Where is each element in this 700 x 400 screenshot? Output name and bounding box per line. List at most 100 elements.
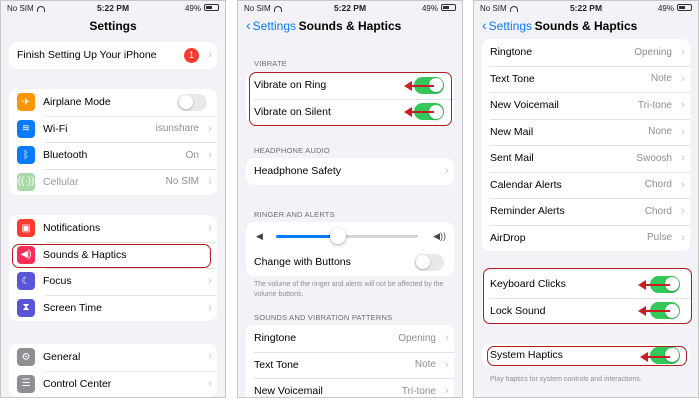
text-tone-row[interactable]: Text Tone Note ›: [246, 351, 454, 379]
text-tone-label: Text Tone: [254, 358, 299, 371]
headphone-group: Headphone Safety ›: [246, 158, 454, 185]
airplane-mode-row[interactable]: ✈ Airplane Mode: [9, 89, 217, 116]
pointer-arrow-icon: [640, 352, 670, 362]
ringtone-label: Ringtone: [490, 46, 533, 59]
reminder-alerts-label: Reminder Alerts: [490, 205, 565, 218]
cellular-value: No SIM: [165, 176, 199, 188]
patterns-group: Ringtone Opening › Text Tone Note › New …: [482, 39, 690, 251]
focus-icon: ☾: [17, 272, 35, 291]
ringer-alerts-header: RINGER AND ALERTS: [254, 210, 335, 219]
wifi-row[interactable]: ≋ Wi-Fi isunshare ›: [9, 115, 217, 143]
chevron-right-icon: ›: [681, 72, 685, 85]
chevron-right-icon: ›: [445, 332, 449, 345]
screen-time-label: Screen Time: [43, 301, 102, 314]
ringer-volume-slider[interactable]: [276, 228, 418, 244]
new-mail-label: New Mail: [490, 125, 534, 138]
change-with-buttons-toggle[interactable]: [414, 253, 444, 271]
sent-mail-value: Swoosh: [636, 152, 672, 164]
chevron-right-icon: ›: [681, 178, 685, 191]
finish-setup-row[interactable]: Finish Setting Up Your iPhone 1 ›: [9, 42, 217, 69]
airdrop-value: Pulse: [646, 232, 672, 244]
chevron-right-icon: ›: [681, 231, 685, 244]
headphone-safety-row[interactable]: Headphone Safety ›: [246, 158, 454, 185]
clicks-highlight-box: [483, 268, 692, 324]
ringtone-row[interactable]: Ringtone Opening ›: [246, 325, 454, 352]
general-row[interactable]: ⚙ General ›: [9, 344, 217, 371]
chevron-right-icon: ›: [208, 175, 212, 188]
alerts-group: ▣ Notifications › ◀) Sounds & Haptics › …: [9, 215, 217, 321]
sounds-patterns-header: SOUNDS AND VIBRATION PATTERNS: [254, 313, 393, 322]
chevron-right-icon: ›: [208, 275, 212, 288]
airdrop-row[interactable]: AirDrop Pulse ›: [482, 224, 690, 252]
finish-setup-label: Finish Setting Up Your iPhone: [17, 49, 157, 62]
speaker-high-icon: ◀)): [433, 231, 446, 241]
airdrop-label: AirDrop: [490, 231, 526, 244]
pointer-arrow-icon: [404, 81, 434, 91]
general-group: ⚙ General › ☰ Control Center ›: [9, 344, 217, 397]
ringtone-row[interactable]: Ringtone Opening ›: [482, 39, 690, 66]
sounds-highlight-box: [12, 244, 211, 268]
screen-time-row[interactable]: ⧗ Screen Time ›: [9, 294, 217, 322]
chevron-right-icon: ›: [681, 125, 685, 138]
chevron-right-icon: ›: [681, 99, 685, 112]
nav-bar: ‹ Settings Sounds & Haptics: [238, 15, 462, 37]
reminder-alerts-row[interactable]: Reminder Alerts Chord ›: [482, 198, 690, 225]
page-title: Sounds & Haptics: [534, 19, 638, 33]
text-tone-label: Text Tone: [490, 72, 535, 85]
text-tone-row[interactable]: Text Tone Note ›: [482, 65, 690, 93]
chevron-right-icon: ›: [208, 377, 212, 390]
battery-icon: [204, 4, 219, 11]
control-center-row[interactable]: ☰ Control Center ›: [9, 370, 217, 398]
cellular-label: Cellular: [43, 175, 79, 188]
general-label: General: [43, 351, 81, 364]
calendar-alerts-row[interactable]: Calendar Alerts Chord ›: [482, 171, 690, 199]
chevron-right-icon: ›: [445, 385, 449, 398]
battery-text: 49%: [184, 4, 201, 13]
battery-icon: [677, 4, 692, 11]
cellular-icon: ((·)): [17, 172, 35, 191]
nav-bar: ‹ Settings Sounds & Haptics: [474, 15, 698, 37]
wifi-label: Wi-Fi: [43, 122, 68, 135]
settings-screen: No SIM 5:22 PM 49% Settings Finish Setti…: [0, 0, 226, 398]
ringer-volume-thumb[interactable]: [330, 228, 347, 244]
airplane-mode-label: Airplane Mode: [43, 96, 111, 109]
new-voicemail-label: New Voicemail: [254, 385, 323, 398]
sent-mail-row[interactable]: Sent Mail Swoosh ›: [482, 145, 690, 172]
new-voicemail-row[interactable]: New Voicemail Tri-tone ›: [246, 378, 454, 398]
bluetooth-value: On: [185, 149, 199, 161]
bluetooth-icon: ᛒ: [17, 146, 35, 165]
ringer-note: The volume of the ringer and alerts will…: [254, 281, 444, 298]
battery-icon: [441, 4, 456, 11]
notification-badge: 1: [184, 47, 199, 63]
new-voicemail-row[interactable]: New Voicemail Tri-tone ›: [482, 92, 690, 119]
focus-label: Focus: [43, 275, 72, 288]
page-title: Settings: [89, 19, 137, 33]
text-tone-value: Note: [650, 73, 672, 85]
focus-row[interactable]: ☾ Focus ›: [9, 268, 217, 295]
notifications-row[interactable]: ▣ Notifications ›: [9, 215, 217, 242]
new-mail-row[interactable]: New Mail None ›: [482, 118, 690, 146]
notifications-icon: ▣: [17, 219, 35, 238]
airplane-mode-toggle[interactable]: [177, 93, 207, 111]
change-with-buttons-label: Change with Buttons: [254, 256, 351, 269]
new-voicemail-label: New Voicemail: [490, 99, 559, 112]
notifications-label: Notifications: [43, 222, 101, 235]
chevron-right-icon: ›: [208, 351, 212, 364]
sounds-haptics-screen-bottom: No SIM 5:22 PM 49% ‹ Settings Sounds & Ha…: [473, 0, 699, 398]
chevron-right-icon: ›: [208, 49, 212, 62]
pointer-arrow-icon: [638, 280, 670, 290]
bluetooth-row[interactable]: ᛒ Bluetooth On ›: [9, 142, 217, 169]
vibrate-header: VIBRATE: [254, 59, 287, 68]
cellular-row[interactable]: ((·)) Cellular No SIM ›: [9, 168, 217, 196]
chevron-right-icon: ›: [445, 358, 449, 371]
ringer-volume-row: ◀ ◀)): [246, 222, 454, 249]
chevron-right-icon: ›: [681, 205, 685, 218]
battery-text: 49%: [657, 4, 674, 13]
new-voicemail-value: Tri-tone: [401, 385, 436, 397]
chevron-right-icon: ›: [208, 122, 212, 135]
bluetooth-label: Bluetooth: [43, 149, 88, 162]
sent-mail-label: Sent Mail: [490, 152, 534, 165]
nav-bar: Settings: [1, 15, 225, 37]
battery-text: 49%: [421, 4, 438, 13]
headphone-safety-label: Headphone Safety: [254, 165, 341, 178]
